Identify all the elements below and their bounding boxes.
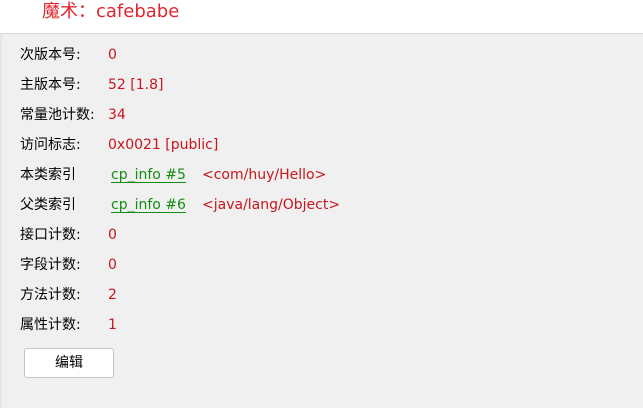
methods-count-label: 方法计数: — [20, 287, 81, 303]
super-class-ref: <java/lang/Object> — [202, 197, 341, 213]
interfaces-count-value: 0 — [108, 227, 117, 243]
constant-pool-count-label: 常量池计数: — [20, 107, 95, 123]
magic-number: 魔术：cafebabe — [42, 1, 180, 22]
this-class-cp-link[interactable]: cp_info #5 — [111, 164, 186, 186]
this-class-ref: <com/huy/Hello> — [202, 167, 327, 183]
minor-version-value: 0 — [108, 47, 117, 63]
attributes-count-label: 属性计数: — [20, 317, 81, 333]
super-class-label: 父类索引 — [20, 197, 76, 213]
fields-count-value: 0 — [108, 257, 117, 273]
header-bar: 魔术：cafebabe — [0, 0, 643, 34]
methods-count-value: 2 — [108, 287, 117, 303]
super-class-cp-link[interactable]: cp_info #6 — [111, 194, 186, 216]
attributes-count-value: 1 — [108, 317, 117, 333]
major-version-value: 52 [1.8] — [108, 77, 164, 93]
minor-version-label: 次版本号: — [20, 47, 81, 63]
major-version-label: 主版本号: — [20, 77, 81, 93]
fields-count-label: 字段计数: — [20, 257, 81, 273]
access-flags-value: 0x0021 [public] — [108, 137, 219, 153]
access-flags-label: 访问标志: — [20, 137, 81, 153]
this-class-label: 本类索引 — [20, 167, 76, 183]
interfaces-count-label: 接口计数: — [20, 227, 81, 243]
constant-pool-count-value: 34 — [108, 107, 126, 123]
edit-button[interactable]: 编辑 — [24, 348, 114, 378]
